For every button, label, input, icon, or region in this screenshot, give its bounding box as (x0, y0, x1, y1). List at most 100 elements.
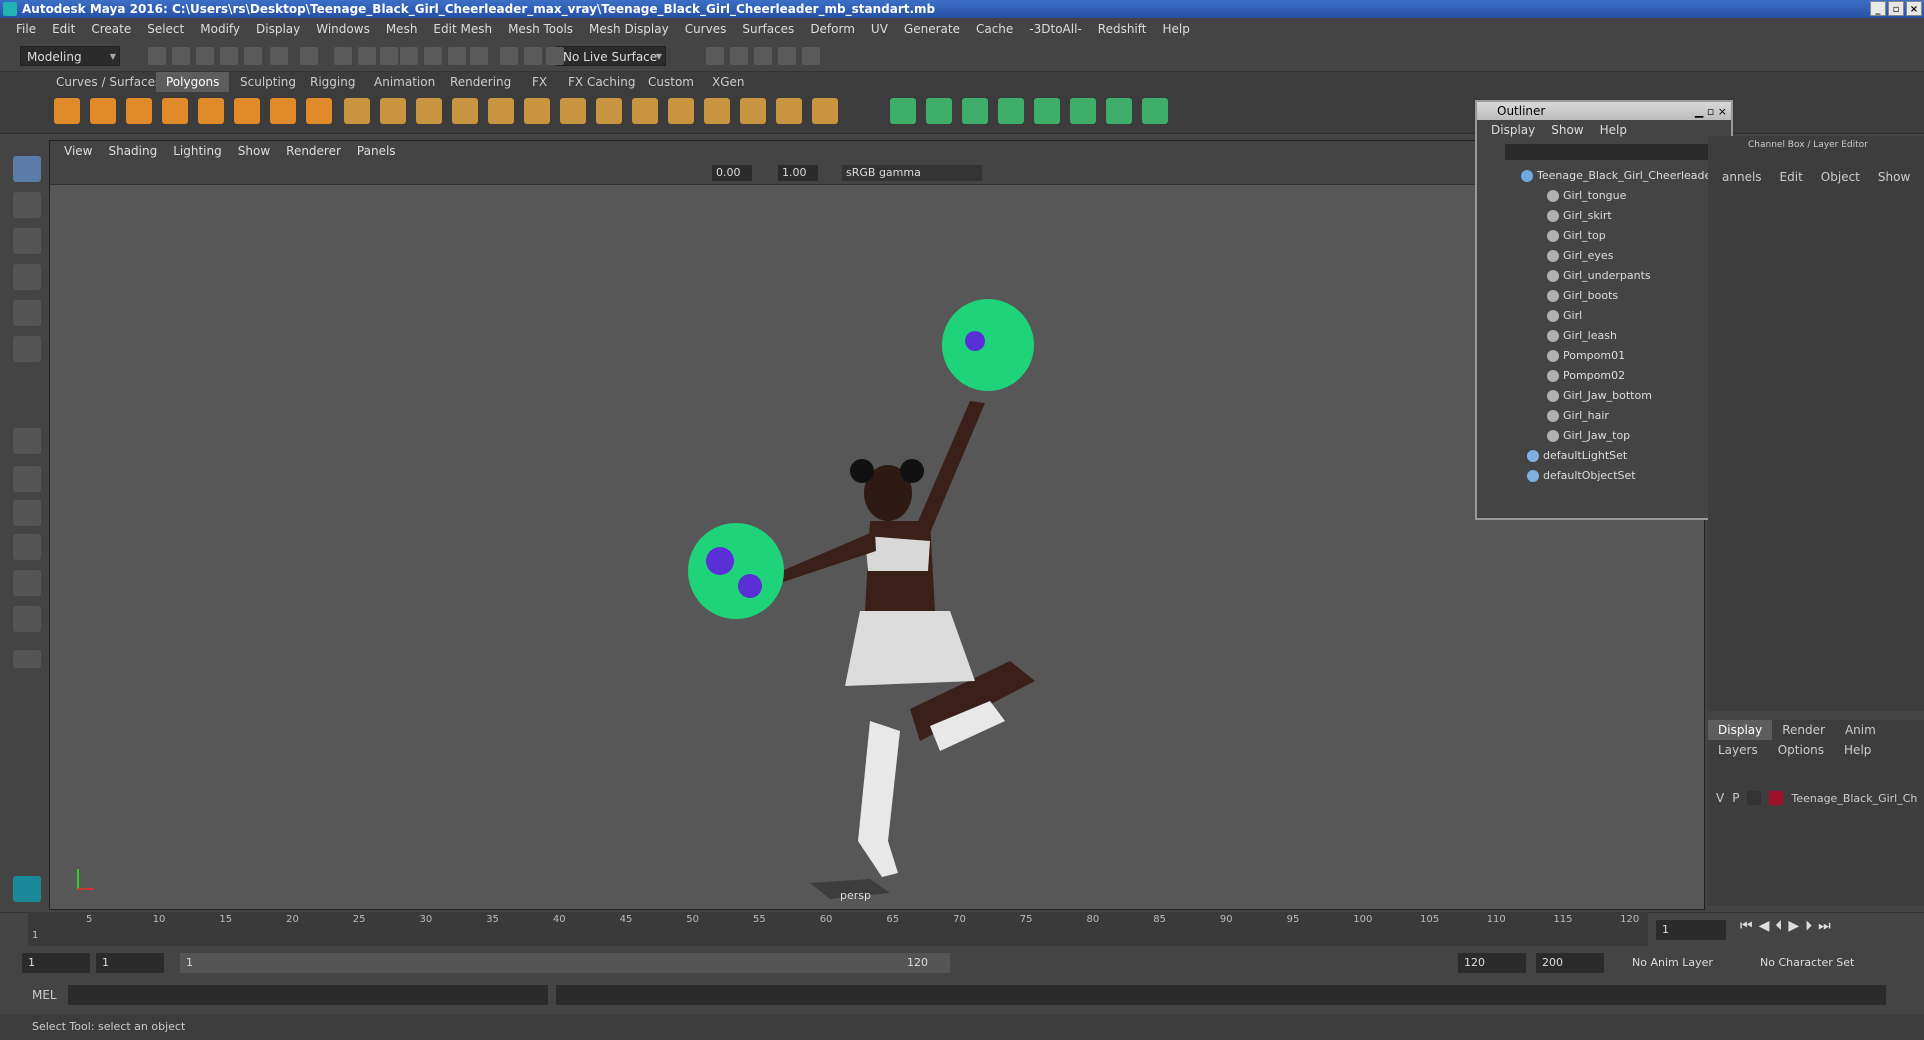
shelf-tool-icon[interactable] (740, 98, 766, 124)
status-tool-icon[interactable] (270, 47, 288, 65)
status-tool-icon[interactable] (220, 47, 238, 65)
menu-mesh-display[interactable]: Mesh Display (581, 22, 677, 36)
status-tool-icon[interactable] (778, 47, 796, 65)
channelbox-menu-object[interactable]: Object (1821, 170, 1860, 184)
status-tool-icon[interactable] (148, 47, 166, 65)
menu-mesh[interactable]: Mesh (378, 22, 426, 36)
layout-two-icon[interactable] (13, 500, 41, 526)
layer-tab-render[interactable]: Render (1772, 720, 1835, 740)
menu-redshift[interactable]: Redshift (1090, 22, 1155, 36)
outliner-menu-display[interactable]: Display (1483, 123, 1543, 137)
outliner-item[interactable]: Girl (1547, 306, 1582, 326)
shelf-tab-animation[interactable]: Animation (364, 72, 445, 92)
shelf-tool-icon[interactable] (306, 98, 332, 124)
layout-menu-icon[interactable] (13, 650, 41, 668)
character-set-dropdown[interactable]: No Character Set (1754, 953, 1874, 973)
shelf-tool-icon[interactable] (560, 98, 586, 124)
shelf-tool-icon[interactable] (380, 98, 406, 124)
outliner-item[interactable]: Girl_tongue (1547, 186, 1626, 206)
shelf-tool-icon[interactable] (54, 98, 80, 124)
menu-help[interactable]: Help (1154, 22, 1197, 36)
outliner-item[interactable]: Girl_hair (1547, 406, 1609, 426)
shelf-tool-icon[interactable] (704, 98, 730, 124)
shelf-tool-icon[interactable] (126, 98, 152, 124)
status-tool-icon[interactable] (424, 47, 442, 65)
status-tool-icon[interactable] (546, 47, 564, 65)
shelf-tool-icon[interactable] (416, 98, 442, 124)
layer-color-swatch[interactable] (1769, 791, 1784, 805)
mel-input[interactable] (68, 985, 548, 1005)
layer-visibility-toggle[interactable]: V (1716, 791, 1724, 805)
shelf-tool-icon[interactable] (270, 98, 296, 124)
layer-tab-display[interactable]: Display (1708, 720, 1773, 740)
playback-controls[interactable]: ⏮◀⏴▶⏵⏭ (1740, 918, 1837, 934)
status-tool-icon[interactable] (244, 47, 262, 65)
outliner-item[interactable]: Girl_top (1547, 226, 1606, 246)
shelf-tab-rigging[interactable]: Rigging (300, 72, 365, 92)
status-tool-icon[interactable] (802, 47, 820, 65)
status-tool-icon[interactable] (500, 47, 518, 65)
menu-windows[interactable]: Windows (308, 22, 378, 36)
shelf-tool-icon[interactable] (452, 98, 478, 124)
current-frame-field[interactable]: 1 (1656, 920, 1726, 940)
shelf-tool-icon[interactable] (668, 98, 694, 124)
status-tool-icon[interactable] (380, 47, 398, 65)
status-tool-icon[interactable] (730, 47, 748, 65)
rotate-tool-icon[interactable] (13, 300, 41, 326)
shelf-tab-fx-caching[interactable]: FX Caching (558, 72, 645, 92)
mode-dropdown[interactable]: Modeling (20, 46, 120, 66)
outliner-item[interactable]: Girl_eyes (1547, 246, 1613, 266)
shelf-tool-icon[interactable] (890, 98, 916, 124)
layout-single-icon[interactable] (13, 428, 41, 454)
maya-home-icon[interactable] (13, 876, 41, 902)
layer-menu-layers[interactable]: Layers (1708, 740, 1768, 760)
menu-edit-mesh[interactable]: Edit Mesh (425, 22, 500, 36)
select-tool-icon[interactable] (13, 156, 41, 182)
outliner-root-group[interactable]: Teenage_Black_Girl_Cheerleader_ (1521, 166, 1721, 186)
outliner-item[interactable]: Girl_boots (1547, 286, 1618, 306)
lasso-tool-icon[interactable] (13, 192, 41, 218)
layer-menu-options[interactable]: Options (1768, 740, 1834, 760)
shelf-tool-icon[interactable] (162, 98, 188, 124)
shelf-tool-icon[interactable] (776, 98, 802, 124)
outliner-item[interactable]: Girl_skirt (1547, 206, 1612, 226)
shelf-tool-icon[interactable] (90, 98, 116, 124)
shelf-tool-icon[interactable] (632, 98, 658, 124)
shelf-tool-icon[interactable] (812, 98, 838, 124)
outliner-item[interactable]: Pompom01 (1547, 346, 1625, 366)
outliner-set[interactable]: defaultLightSet (1527, 446, 1627, 466)
menu-mesh-tools[interactable]: Mesh Tools (500, 22, 581, 36)
anim-layer-dropdown[interactable]: No Anim Layer (1626, 953, 1746, 973)
menu-modify[interactable]: Modify (192, 22, 248, 36)
layer-name[interactable]: Teenage_Black_Girl_Ch (1791, 792, 1917, 805)
status-tool-icon[interactable] (754, 47, 772, 65)
outliner-item[interactable]: Girl_underpants (1547, 266, 1651, 286)
shelf-tab-xgen[interactable]: XGen (702, 72, 755, 92)
status-tool-icon[interactable] (300, 47, 318, 65)
shelf-tool-icon[interactable] (234, 98, 260, 124)
shelf-tab-rendering[interactable]: Rendering (440, 72, 521, 92)
menu-select[interactable]: Select (139, 22, 192, 36)
layer-menu-help[interactable]: Help (1834, 740, 1881, 760)
outliner-titlebar[interactable]: Outliner ▁ ▫ × (1477, 102, 1731, 120)
shelf-tool-icon[interactable] (1034, 98, 1060, 124)
menu-create[interactable]: Create (83, 22, 139, 36)
live-surface-field[interactable]: No Live Surface (556, 46, 666, 66)
range-slider[interactable]: 1 120 (180, 953, 950, 973)
move-tool-icon[interactable] (13, 264, 41, 290)
menu-generate[interactable]: Generate (896, 22, 968, 36)
shelf-tool-icon[interactable] (198, 98, 224, 124)
shelf-tab-polygons[interactable]: Polygons (156, 72, 230, 92)
scene-start-field[interactable]: 1 (22, 953, 90, 973)
menu-file[interactable]: File (8, 22, 44, 36)
outliner-window-buttons[interactable]: ▁ ▫ × (1695, 103, 1727, 121)
layer-type-box[interactable] (1747, 791, 1762, 805)
shelf-tool-icon[interactable] (1106, 98, 1132, 124)
shelf-tool-icon[interactable] (596, 98, 622, 124)
channelbox-menu-show[interactable]: Show (1878, 170, 1910, 184)
shelf-tab-custom[interactable]: Custom (638, 72, 704, 92)
menu-edit[interactable]: Edit (44, 22, 83, 36)
scene-end-field[interactable]: 200 (1536, 953, 1604, 973)
status-tool-icon[interactable] (400, 47, 418, 65)
shelf-tool-icon[interactable] (1142, 98, 1168, 124)
